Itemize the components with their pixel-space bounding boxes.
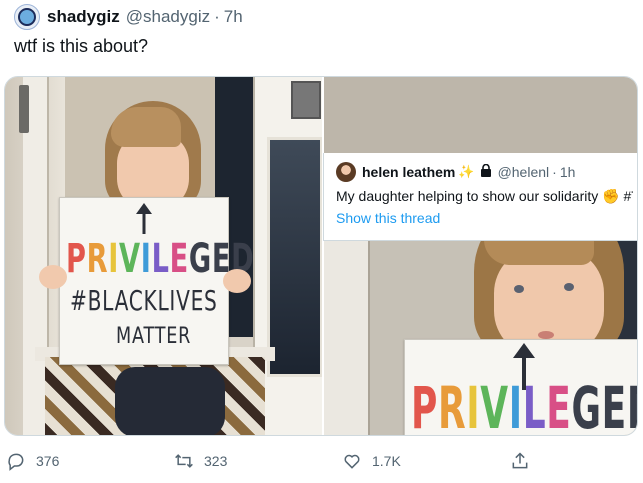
tweet[interactable]: shadygiz @shadygiz · 7h wtf is this abou… — [0, 0, 643, 483]
sign-letter: R — [86, 236, 109, 282]
protest-sign: PRIVILEGED — [404, 339, 637, 435]
sparkles-icon: ✨ — [458, 164, 475, 179]
sign-letter: I — [508, 374, 523, 435]
child-eye — [514, 285, 524, 293]
child-hand — [223, 269, 251, 293]
tweet-text: wtf is this about? — [14, 36, 149, 56]
sign-letter: P — [411, 374, 438, 435]
quoted-tweet-header: helen leathem ✨ @helenl · 1h — [336, 161, 633, 183]
sign-letter: E — [546, 374, 572, 435]
quoted-tweet-body: My daughter helping to show our solidari… — [336, 188, 599, 204]
child-fringe — [111, 107, 181, 147]
child-mouth — [538, 331, 554, 339]
display-name[interactable]: helen leathem — [362, 164, 455, 180]
user-handle[interactable]: @helenl — [498, 164, 550, 180]
timestamp[interactable]: 7h — [224, 7, 243, 27]
heart-icon — [344, 454, 360, 469]
child-legs — [115, 367, 225, 435]
sign-letter: V — [480, 374, 509, 435]
separator-dot: · — [214, 7, 220, 26]
tweet-header: shadygiz @shadygiz · 7h — [14, 4, 243, 30]
letterbox — [291, 81, 321, 119]
reply-count: 376 — [36, 453, 60, 469]
sign-letter: G — [571, 374, 602, 435]
sign-letter: L — [151, 236, 170, 282]
like-button[interactable]: 1.7K — [342, 448, 401, 474]
photo-left[interactable]: PRIVILEGED #BLACKLIVES MATTER — [5, 77, 322, 435]
sign-letter: V — [119, 236, 141, 282]
sign-letter: P — [66, 236, 87, 282]
retweet-count: 323 — [204, 453, 228, 469]
lock-icon — [480, 163, 492, 180]
share-button[interactable] — [510, 448, 530, 474]
hashtag-link[interactable]: #T — [623, 188, 633, 204]
quoted-tweet[interactable]: helen leathem ✨ @helenl · 1h My daughter… — [323, 153, 637, 241]
avatar[interactable] — [14, 4, 40, 30]
protest-sign: PRIVILEGED #BLACKLIVES MATTER — [59, 197, 254, 365]
sign-word-matter: MATTER — [116, 324, 192, 349]
display-name[interactable]: shadygiz — [47, 7, 120, 27]
sign-letter: I — [466, 374, 481, 435]
sign-letter: I — [108, 236, 120, 282]
retweet-icon — [175, 454, 193, 468]
sign-letter: E — [169, 236, 189, 282]
sign-letter: G — [188, 236, 212, 282]
sign-letter: L — [522, 374, 547, 435]
sign-letter: R — [437, 374, 467, 435]
sign-word-privileged: PRIVILEGED — [411, 374, 637, 435]
child-eye — [564, 283, 574, 291]
retweet-button[interactable]: 323 — [174, 448, 227, 474]
tweet-actions: 376 323 1.7K — [0, 448, 643, 474]
show-thread-link[interactable]: Show this thread — [336, 210, 633, 226]
reply-icon — [8, 453, 24, 471]
user-handle[interactable]: @shadygiz — [126, 7, 210, 27]
up-arrow-icon — [136, 203, 152, 234]
quoted-tweet-text: My daughter helping to show our solidari… — [336, 188, 633, 205]
sign-letter: I — [140, 236, 152, 282]
child-hand — [39, 265, 67, 289]
door-glass — [267, 137, 322, 377]
separator-dot: · — [552, 164, 557, 180]
reply-button[interactable]: 376 — [6, 448, 59, 474]
sign-letter: D — [627, 374, 637, 435]
raised-fist-icon: ✊ — [602, 188, 620, 204]
sign-word-hashtag: #BLACKLIVES — [70, 284, 218, 317]
share-icon — [512, 452, 528, 469]
club-crest-icon — [18, 8, 36, 26]
timestamp[interactable]: 1h — [560, 164, 576, 180]
photo-right[interactable]: PRIVILEGED — [322, 77, 637, 435]
door-hinge — [19, 85, 29, 133]
like-count: 1.7K — [372, 453, 401, 469]
avatar[interactable] — [336, 162, 356, 182]
sign-letter: E — [601, 374, 627, 435]
media-grid: PRIVILEGED #BLACKLIVES MATTER PRIVILEGE … — [4, 76, 638, 436]
